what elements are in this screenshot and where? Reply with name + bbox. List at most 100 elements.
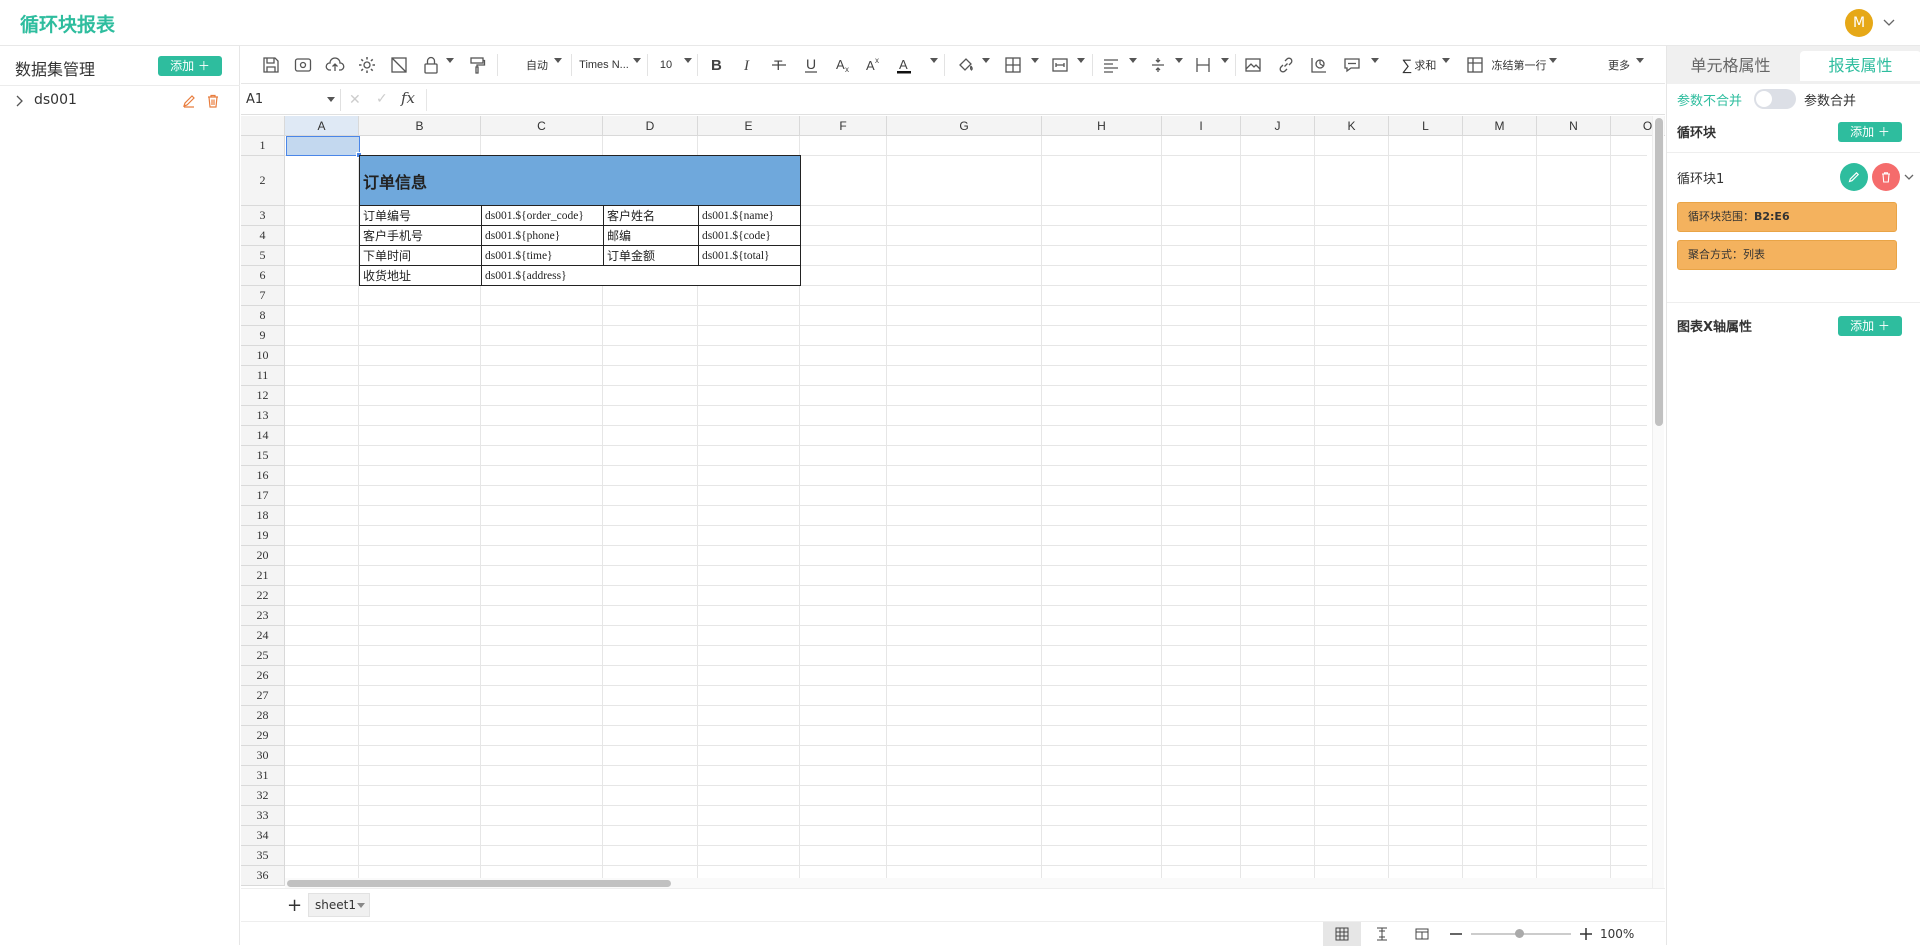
row-header[interactable]: 34 (241, 826, 285, 846)
caret-down-icon[interactable] (1077, 58, 1085, 64)
row-header[interactable]: 31 (241, 766, 285, 786)
row-header[interactable]: 20 (241, 546, 285, 566)
row-header[interactable]: 29 (241, 726, 285, 746)
row-header[interactable]: 35 (241, 846, 285, 866)
row-header[interactable]: 10 (241, 346, 285, 366)
aggregation-tag[interactable]: 聚合方式：列表 (1677, 240, 1897, 270)
row-header[interactable]: 2 (241, 156, 285, 206)
vertical-scrollbar[interactable] (1652, 116, 1664, 888)
strikethrough-button[interactable]: T (768, 46, 790, 84)
horizontal-scrollbar[interactable] (285, 878, 1652, 888)
zoom-slider-knob[interactable] (1515, 929, 1524, 938)
row-header[interactable]: 33 (241, 806, 285, 826)
column-header[interactable]: J (1241, 116, 1315, 136)
edit-icon[interactable] (182, 94, 196, 108)
row-header[interactable]: 16 (241, 466, 285, 486)
font-family-select[interactable]: Times N... (574, 46, 634, 84)
format-painter-button[interactable] (465, 46, 489, 84)
row-header[interactable]: 13 (241, 406, 285, 426)
label-customer-name[interactable]: 客户姓名 (603, 205, 699, 226)
column-header[interactable]: I (1162, 116, 1241, 136)
caret-down-icon[interactable] (446, 58, 454, 64)
column-header[interactable]: G (887, 116, 1042, 136)
row-header[interactable]: 3 (241, 206, 285, 226)
page-layout-view-button[interactable] (1403, 922, 1441, 946)
column-header[interactable]: N (1537, 116, 1611, 136)
border-button[interactable] (1001, 46, 1025, 84)
horizontal-scroll-thumb[interactable] (287, 880, 671, 887)
row-header[interactable]: 27 (241, 686, 285, 706)
caret-down-icon[interactable] (684, 58, 692, 64)
row-header[interactable]: 1 (241, 136, 285, 156)
row-header[interactable]: 17 (241, 486, 285, 506)
row-header[interactable]: 36 (241, 866, 285, 886)
row-header[interactable]: 22 (241, 586, 285, 606)
comment-button[interactable] (1340, 46, 1364, 84)
column-header[interactable]: B (359, 116, 481, 136)
report-title-cell[interactable]: 订单信息 (359, 155, 801, 206)
row-header[interactable]: 19 (241, 526, 285, 546)
function-icon[interactable]: fx (401, 89, 415, 107)
label-order-time[interactable]: 下单时间 (359, 245, 482, 266)
row-header[interactable]: 15 (241, 446, 285, 466)
label-postcode[interactable]: 邮编 (603, 225, 699, 246)
label-order-code[interactable]: 订单编号 (359, 205, 482, 226)
caret-down-icon[interactable] (327, 97, 335, 103)
field-name[interactable]: ds001.${name} (698, 205, 801, 226)
normal-view-button[interactable] (1323, 922, 1361, 946)
row-header[interactable]: 28 (241, 706, 285, 726)
font-color-button[interactable]: A (892, 46, 916, 84)
chevron-down-icon[interactable] (1881, 14, 1897, 30)
row-header[interactable]: 21 (241, 566, 285, 586)
add-chart-x-axis-button[interactable]: 添加 ＋ (1838, 316, 1902, 336)
edit-loop-block-button[interactable] (1840, 163, 1868, 191)
selected-cell-a1[interactable] (286, 136, 360, 156)
row-header[interactable]: 30 (241, 746, 285, 766)
field-phone[interactable]: ds001.${phone} (481, 225, 604, 246)
delete-icon[interactable] (206, 94, 220, 108)
label-phone[interactable]: 客户手机号 (359, 225, 482, 246)
upload-button[interactable] (323, 46, 347, 84)
row-header[interactable]: 6 (241, 266, 285, 286)
chevron-right-icon[interactable] (14, 95, 24, 107)
row-header[interactable]: 18 (241, 506, 285, 526)
chevron-down-icon[interactable] (1903, 172, 1915, 182)
add-loop-block-button[interactable]: 添加 ＋ (1838, 122, 1902, 142)
field-total[interactable]: ds001.${total} (698, 245, 801, 266)
row-header[interactable]: 12 (241, 386, 285, 406)
align-button[interactable] (1099, 46, 1123, 84)
select-all-corner[interactable] (241, 116, 285, 136)
row-header[interactable]: 32 (241, 786, 285, 806)
delete-loop-block-button[interactable] (1872, 163, 1900, 191)
row-header[interactable]: 11 (241, 366, 285, 386)
formula-input[interactable] (426, 89, 1656, 111)
row-header[interactable]: 25 (241, 646, 285, 666)
freeze-icon-button[interactable] (1465, 46, 1485, 84)
caret-down-icon[interactable] (1636, 58, 1644, 64)
confirm-edit-icon[interactable]: ✓ (376, 91, 388, 107)
row-header[interactable]: 5 (241, 246, 285, 266)
field-address[interactable]: ds001.${address} (481, 265, 801, 286)
zoom-in-icon[interactable] (1579, 927, 1593, 941)
font-size-select[interactable]: 10 (651, 46, 681, 84)
vertical-scroll-thumb[interactable] (1655, 118, 1663, 426)
spreadsheet-grid[interactable]: ABCDEFGHIJKLMNO 1 2 3 4 5 6 7 8 9 10 11 12 13 14 15 16 1… (241, 116, 1665, 888)
tab-report-properties[interactable]: 报表属性 (1800, 51, 1920, 81)
subscript-button[interactable]: Ax (831, 46, 855, 84)
insert-image-button[interactable] (1241, 46, 1265, 84)
merge-cells-button[interactable] (1048, 46, 1072, 84)
text-wrap-button[interactable] (1191, 46, 1215, 84)
row-header[interactable]: 24 (241, 626, 285, 646)
field-time[interactable]: ds001.${time} (481, 245, 604, 266)
caret-down-icon[interactable] (1221, 58, 1229, 64)
add-sheet-button[interactable]: + (287, 895, 302, 916)
column-header[interactable]: L (1389, 116, 1463, 136)
caret-down-icon[interactable] (982, 58, 990, 64)
insert-link-button[interactable] (1274, 46, 1298, 84)
column-header[interactable]: H (1042, 116, 1162, 136)
caret-down-icon[interactable] (1129, 58, 1137, 64)
bold-button[interactable]: B (705, 46, 727, 84)
field-order-code[interactable]: ds001.${order_code} (481, 205, 604, 226)
fill-color-button[interactable] (954, 46, 978, 84)
row-header[interactable]: 7 (241, 286, 285, 306)
